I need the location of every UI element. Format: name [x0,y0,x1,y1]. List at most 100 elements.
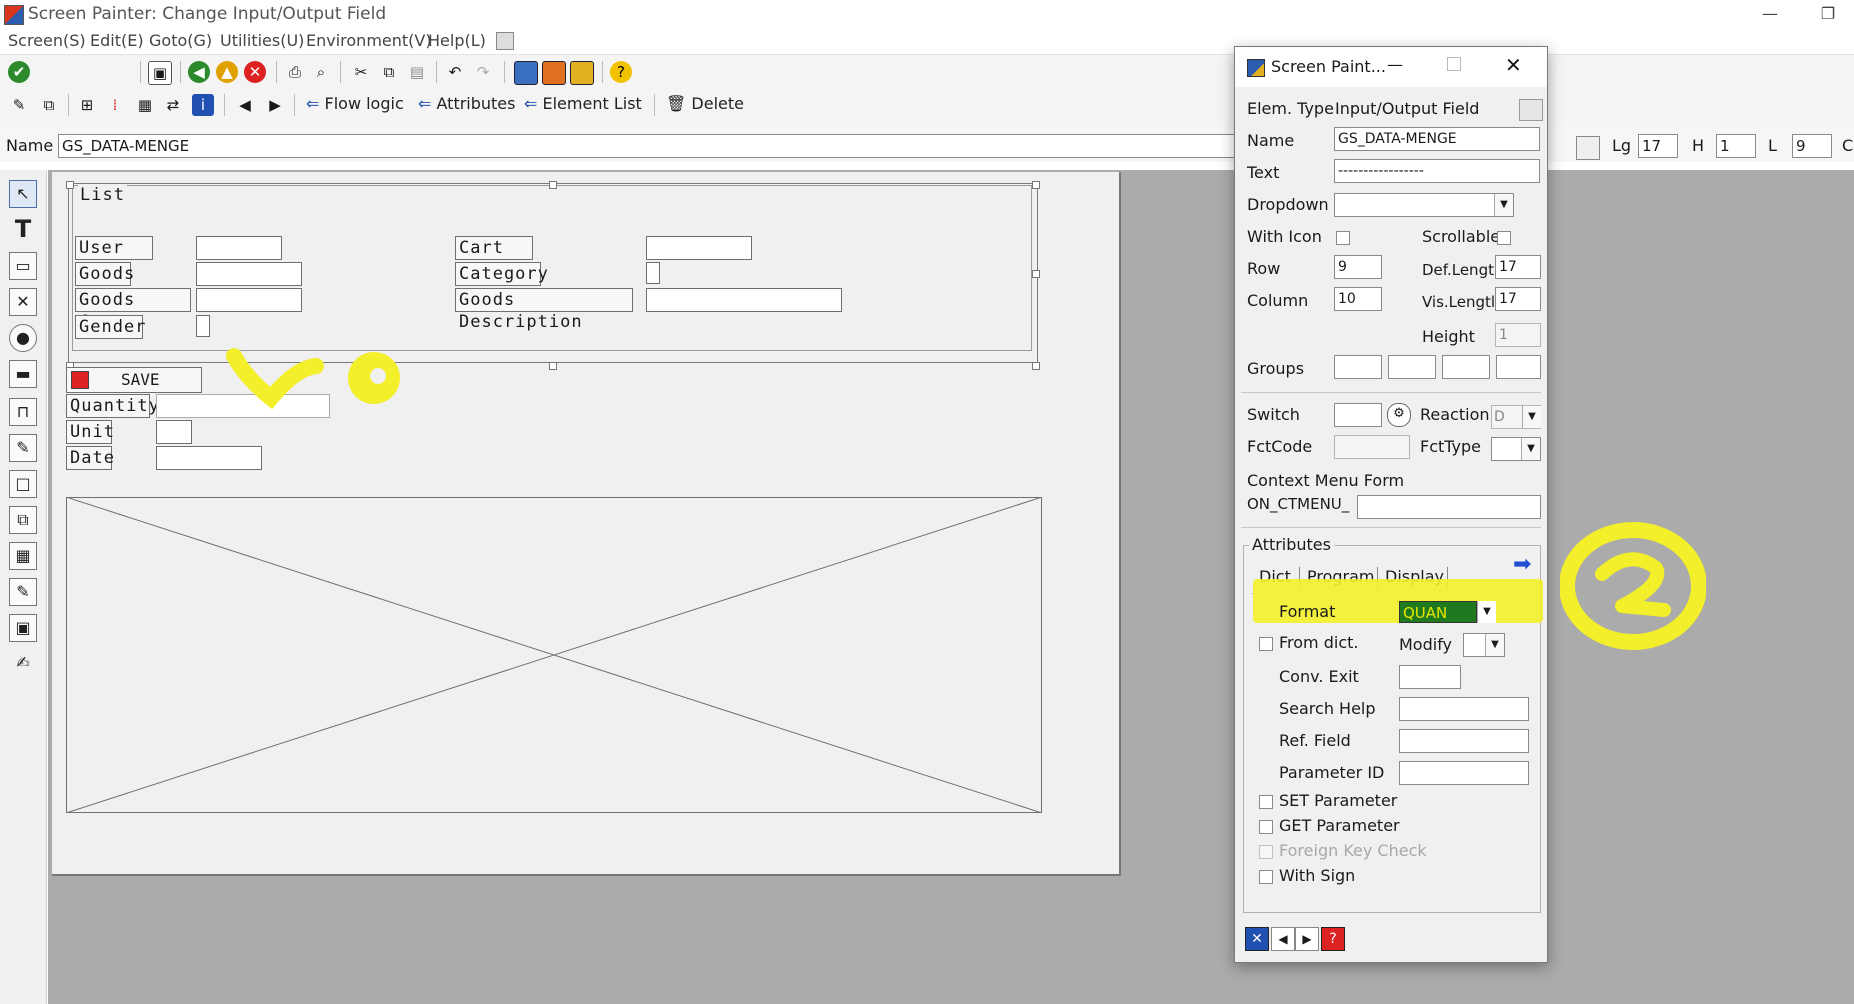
format-select[interactable]: QUAN [1399,601,1477,623]
label-date[interactable]: Date [66,446,114,470]
group-field[interactable] [1442,355,1490,379]
menu-utilities[interactable]: Utilities(U) [220,31,304,50]
menu-environment[interactable]: Environment(V) [306,31,432,50]
move-icon[interactable]: ⇄ [162,94,184,116]
column-field[interactable]: 10 [1334,287,1382,311]
group-field[interactable] [1388,355,1436,379]
name-field[interactable]: GS_DATA-MENGE [58,134,1238,158]
with-sign-checkbox[interactable] [1259,870,1273,884]
table-control-tool-icon[interactable]: ▦ [9,542,37,570]
field-goods[interactable] [196,262,302,286]
next-icon[interactable]: ▶ [264,94,286,116]
label-goods-description[interactable]: Goods Description [455,288,633,332]
conv-exit-field[interactable] [1399,665,1461,689]
get-parameter-checkbox[interactable] [1259,820,1273,834]
help-icon[interactable]: ? [610,61,632,83]
scrollable-checkbox[interactable] [1497,231,1511,245]
back-icon[interactable]: ◀ [188,61,210,83]
layout3-icon[interactable] [570,61,594,85]
row-field[interactable]: 9 [1334,255,1382,279]
minimize-button[interactable]: — [1750,2,1790,26]
field-category[interactable] [646,262,660,284]
field-gender[interactable] [196,315,210,337]
menu-goto[interactable]: Goto(G) [149,31,212,50]
lg-field[interactable]: 17 [1638,134,1678,158]
cancel-icon[interactable]: ✕ [244,61,266,83]
label-cart-no[interactable]: Cart NO [455,236,533,280]
enter-check-icon[interactable]: ✔ [8,61,30,83]
field-user-id[interactable] [196,236,282,260]
selection-handle[interactable] [1032,362,1040,370]
subscreen-tool-icon[interactable]: ⧉ [9,506,37,534]
selection-handle[interactable] [549,362,557,370]
elem-type-menu-icon[interactable] [1519,99,1543,121]
paste-icon[interactable]: ▤ [406,61,428,83]
field-unit[interactable] [156,420,192,444]
selection-handle[interactable] [549,181,557,189]
selection-handle[interactable] [1032,181,1040,189]
fcttype-select[interactable]: ▼ [1491,437,1541,461]
search-help-field[interactable] [1399,697,1529,721]
redo-icon[interactable]: ↷ [472,61,494,83]
selection-handle[interactable] [1032,270,1040,278]
delete-button[interactable]: 🗑 Delete [666,94,744,113]
switch-settings-icon[interactable]: ⚙ [1387,403,1411,427]
context-menu-field[interactable] [1357,495,1541,519]
set-parameter-checkbox[interactable] [1259,795,1273,809]
attributes-button[interactable]: ⇐ Attributes [418,94,515,113]
select-tool-icon[interactable]: ↖ [9,180,37,208]
custom-control-tool-icon[interactable]: ▣ [9,614,37,642]
layout-editor-icon[interactable]: ⧉ [38,94,60,116]
foreign-key-check-checkbox[interactable] [1259,845,1273,859]
h-field[interactable]: 1 [1716,134,1756,158]
l-field[interactable]: 9 [1792,134,1832,158]
popup-maximize-button[interactable] [1447,57,1461,71]
popup-text-field[interactable]: ----------------- [1334,159,1540,183]
find-icon[interactable]: ⌕ [310,61,332,83]
label-gender[interactable]: Gender [75,315,145,339]
tabstrip-wizard-icon[interactable]: ✎ [9,434,37,462]
magic-wand-icon[interactable]: ✎ [8,94,30,116]
marker-icon[interactable]: ⁞ [104,94,126,116]
next-element-icon[interactable]: ▶ [1295,927,1319,951]
menu-help[interactable]: Help(L) [428,31,486,50]
field-list-icon[interactable] [1576,136,1600,160]
undo-icon[interactable]: ↶ [444,61,466,83]
chevron-down-icon[interactable]: ▼ [1477,601,1496,623]
dropdown-select[interactable]: ▼ [1334,193,1514,217]
save-pushbutton[interactable]: SAVE [66,367,202,393]
modify-select[interactable]: ▼ [1463,633,1505,657]
switch-field[interactable] [1334,403,1382,427]
previous-element-icon[interactable]: ◀ [1271,927,1295,951]
input-field-tool-icon[interactable]: ▭ [9,252,37,280]
print-icon[interactable]: ⎙ [284,61,306,83]
field-cart-no[interactable] [646,236,752,260]
def-length-field[interactable]: 17 [1495,255,1541,279]
layout2-icon[interactable] [542,61,566,85]
group-field[interactable] [1334,355,1382,379]
cut-icon[interactable]: ✂ [350,61,372,83]
from-dict-checkbox[interactable] [1259,637,1273,651]
layout1-icon[interactable] [514,61,538,85]
graphic-icon[interactable]: ▦ [134,94,156,116]
fctcode-field[interactable] [1334,435,1410,459]
tabstrip-tool-icon[interactable]: ⊓ [9,398,37,426]
popup-name-field[interactable]: GS_DATA-MENGE [1334,127,1540,151]
field-goods-description[interactable] [646,288,842,312]
status-icon-tool-icon[interactable]: ✍ [9,650,37,678]
menu-edit[interactable]: Edit(E) [90,31,144,50]
field-goods-count[interactable] [196,288,302,312]
restore-button[interactable]: ❐ [1808,2,1848,26]
field-date[interactable] [156,446,262,470]
vis-length-field[interactable]: 17 [1495,287,1541,311]
arrow-right-icon[interactable]: ➡ [1513,553,1537,577]
group-field[interactable] [1496,355,1541,379]
checkbox-tool-icon[interactable]: ✕ [9,288,37,316]
info-icon[interactable]: i [192,94,214,116]
text-tool-icon[interactable]: T [9,216,37,244]
label-goods-count[interactable]: Goods Count [75,288,191,332]
hierarchy-icon[interactable]: ⊞ [76,94,98,116]
chevron-down-icon[interactable]: ▼ [1522,406,1541,428]
label-user-id[interactable]: User ID [75,236,153,280]
exit-icon[interactable]: ▲ [216,61,238,83]
